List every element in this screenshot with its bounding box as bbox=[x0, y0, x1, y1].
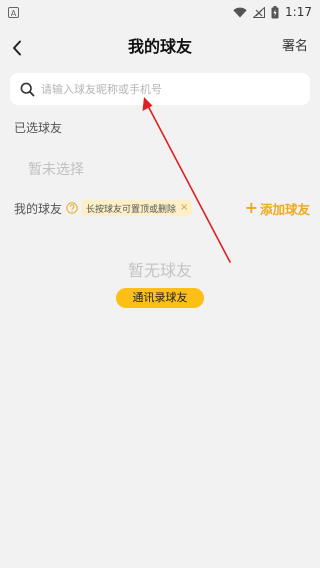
plus-icon: + bbox=[244, 198, 258, 217]
contacts-friends-button[interactable]: 通讯录球友 bbox=[116, 288, 204, 308]
status-time: 1:17 bbox=[285, 5, 312, 19]
nav-bar: 我的球友 署名 bbox=[0, 30, 320, 66]
back-button[interactable] bbox=[6, 34, 28, 62]
my-friends-header: 我的球友 长按球友可置顶或删除 × + 添加球友 bbox=[14, 199, 310, 217]
tip-text: 长按球友可置顶或删除 bbox=[86, 204, 177, 215]
tip-close-icon[interactable]: × bbox=[180, 200, 188, 216]
selected-friends-empty-text: 暂未选择 bbox=[28, 162, 84, 178]
selected-friends-heading: 已选球友 bbox=[14, 121, 63, 135]
page-title: 我的球友 bbox=[127, 37, 192, 56]
add-friend-label: 添加球友 bbox=[259, 201, 310, 217]
app-notification-icon: A bbox=[8, 6, 19, 18]
signal-icon bbox=[253, 6, 266, 18]
signature-button[interactable]: 署名 bbox=[282, 30, 308, 66]
battery-charging-icon bbox=[271, 5, 279, 18]
add-friend-button[interactable]: + 添加球友 bbox=[245, 199, 310, 217]
search-input[interactable] bbox=[41, 82, 291, 96]
search-bar[interactable] bbox=[10, 73, 310, 105]
wifi-icon bbox=[233, 7, 247, 17]
no-friends-text: 暂无球友 bbox=[127, 261, 192, 280]
chevron-left-icon bbox=[13, 40, 21, 56]
help-icon[interactable] bbox=[66, 202, 78, 214]
search-icon bbox=[20, 82, 35, 96]
tip-badge: 长按球友可置顶或删除 × bbox=[82, 200, 193, 216]
status-bar-left: A bbox=[0, 6, 19, 18]
my-friends-heading: 我的球友 bbox=[14, 201, 63, 216]
status-bar: A 1:17 bbox=[0, 0, 320, 24]
status-bar-right: 1:17 bbox=[233, 5, 320, 19]
